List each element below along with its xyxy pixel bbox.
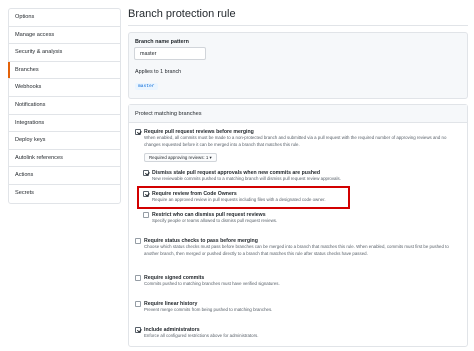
protect-branches-box: Protect matching branches Require pull r… xyxy=(128,104,468,347)
sidebar-item-manage-access[interactable]: Manage access xyxy=(9,27,120,45)
require-signed-commits-checkbox[interactable] xyxy=(135,275,141,281)
sidebar-item-autolink-references[interactable]: Autolink references xyxy=(9,150,120,168)
branch-name-pattern-input[interactable] xyxy=(134,47,206,60)
sidebar-item-options[interactable]: Options xyxy=(9,9,120,27)
sidebar-item-actions[interactable]: Actions xyxy=(9,167,120,185)
sidebar-item-integrations[interactable]: Integrations xyxy=(9,115,120,133)
code-owners-highlight-box xyxy=(137,186,350,209)
option-title: Include administrators xyxy=(144,326,200,333)
settings-sidebar: Options Manage access Security & analysi… xyxy=(8,8,121,204)
sidebar-item-secrets[interactable]: Secrets xyxy=(9,185,120,203)
option-description: Enforce all configured restrictions abov… xyxy=(144,333,259,338)
restrict-dismiss-checkbox[interactable] xyxy=(143,212,149,218)
sidebar-item-branches[interactable]: Branches xyxy=(8,61,120,80)
option-title: Require status checks to pass before mer… xyxy=(144,237,258,244)
option-description: When enabled, all commits must be made t… xyxy=(144,135,447,147)
sidebar-item-security-analysis[interactable]: Security & analysis xyxy=(9,44,120,62)
option-description: Choose which status checks must pass bef… xyxy=(144,244,449,256)
option-description: Prevent merge commits from being pushed … xyxy=(144,307,273,312)
option-title: Require pull request reviews before merg… xyxy=(144,128,254,135)
applies-to-text: Applies to 1 branch xyxy=(135,69,182,75)
option-title: Require linear history xyxy=(144,300,198,307)
branch-pattern-box: Branch name pattern Applies to 1 branch … xyxy=(128,32,468,99)
option-title: Dismiss stale pull request approvals whe… xyxy=(152,169,321,176)
require-linear-history-checkbox[interactable] xyxy=(135,301,141,307)
branch-tag[interactable]: master xyxy=(135,83,158,90)
option-title: Require signed commits xyxy=(144,274,205,281)
sidebar-item-notifications[interactable]: Notifications xyxy=(9,97,120,115)
option-description: New reviewable commits pushed to a match… xyxy=(152,176,341,181)
include-administrators-checkbox[interactable] xyxy=(135,327,141,333)
title-divider xyxy=(128,25,468,26)
dismiss-stale-checkbox[interactable] xyxy=(143,170,149,176)
require-status-checks-checkbox[interactable] xyxy=(135,238,141,244)
option-description: Commits pushed to matching branches must… xyxy=(144,281,280,286)
option-description: Specify people or teams allowed to dismi… xyxy=(152,218,278,223)
option-title: Restrict who can dismiss pull request re… xyxy=(152,211,266,218)
sidebar-item-deploy-keys[interactable]: Deploy keys xyxy=(9,132,120,150)
page-title: Branch protection rule xyxy=(128,8,236,20)
require-pr-reviews-checkbox[interactable] xyxy=(135,129,141,135)
protect-header: Protect matching branches xyxy=(129,105,467,123)
sidebar-item-webhooks[interactable]: Webhooks xyxy=(9,79,120,97)
required-reviews-dropdown[interactable]: Required approving reviews: 1 ▾ xyxy=(144,153,217,162)
pattern-label: Branch name pattern xyxy=(135,39,189,45)
